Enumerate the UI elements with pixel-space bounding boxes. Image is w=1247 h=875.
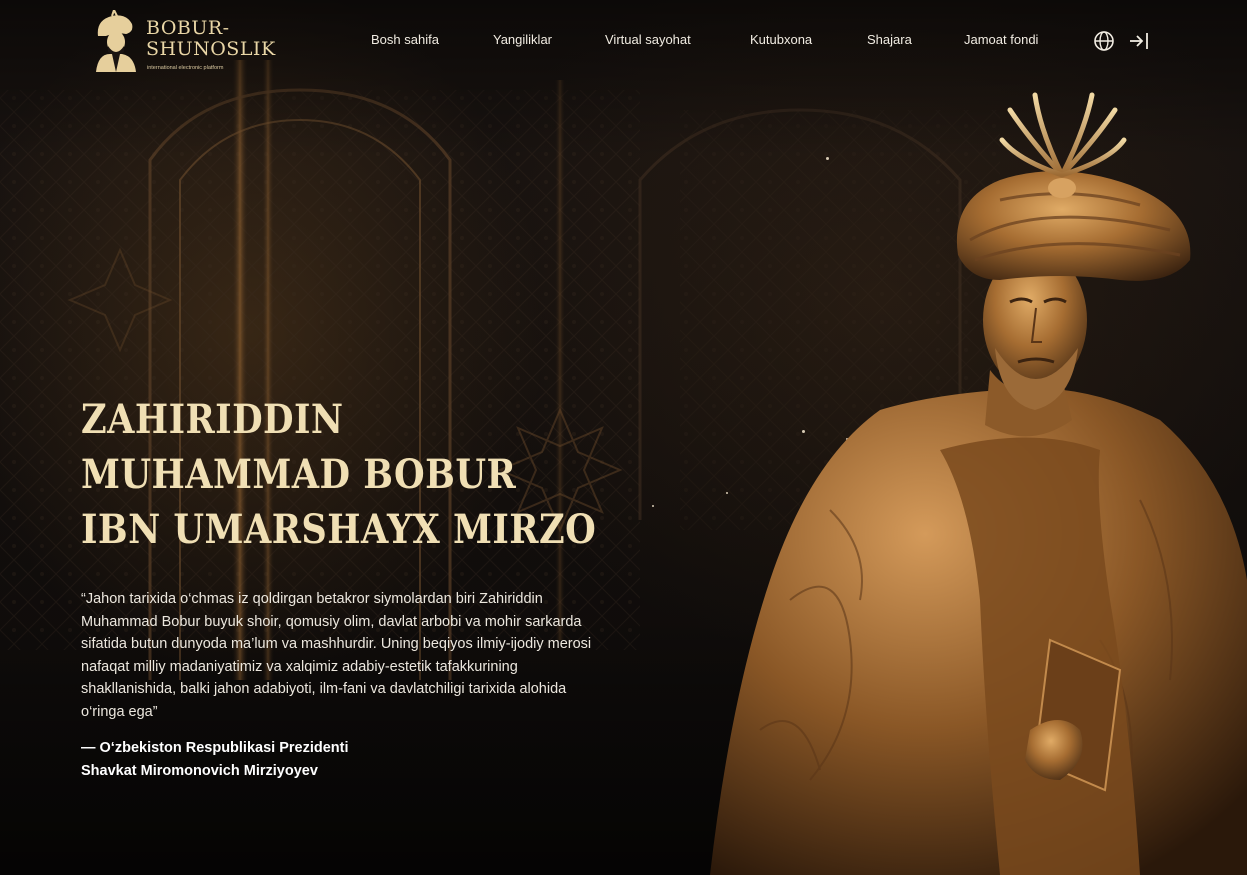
attribution-title: — O‘zbekiston Respublikasi Prezidenti (81, 740, 349, 756)
hero-title-line: ZAHIRIDDIN (81, 396, 344, 443)
hero-section: BOBUR- SHUNOSLIK international electroni… (0, 0, 1247, 875)
brand-logo[interactable]: BOBUR- SHUNOSLIK international electroni… (92, 10, 275, 76)
hero-title-line: MUHAMMAD BOBUR (81, 451, 517, 498)
quote-attribution: — O‘zbekiston Respublikasi Prezidenti Sh… (81, 737, 349, 782)
bobur-statue-image (710, 87, 1247, 875)
nav-item-news[interactable]: Yangiliklar (493, 32, 552, 47)
nav-item-public-fund[interactable]: Jamoat fondi (964, 32, 1038, 47)
hero-quote: “Jahon tarixida o‘chmas iz qoldirgan bet… (81, 591, 592, 720)
brand-title-line1: BOBUR- (146, 17, 230, 39)
brand-title: BOBUR- SHUNOSLIK (146, 18, 276, 60)
nav-item-virtual-tour[interactable]: Virtual sayohat (605, 32, 691, 47)
login-arrow-icon[interactable] (1128, 31, 1150, 51)
globe-icon[interactable] (1093, 30, 1115, 52)
nav-item-library[interactable]: Kutubxona (750, 32, 812, 47)
attribution-name: Shavkat Miromonovich Mirziyoyev (81, 762, 318, 779)
nav-item-home[interactable]: Bosh sahifa (371, 32, 439, 47)
brand-subtitle: international electronic platform (147, 65, 224, 71)
nav-item-family-tree[interactable]: Shajara (867, 32, 912, 47)
hero-title: ZAHIRIDDIN MUHAMMAD BOBUR IBN UMARSHAYX … (81, 392, 666, 557)
bobur-portrait-icon (96, 10, 136, 72)
hero-title-line: IBN UMARSHAYX MIRZO (81, 506, 597, 553)
brand-title-line2: SHUNOSLIK (146, 38, 276, 60)
